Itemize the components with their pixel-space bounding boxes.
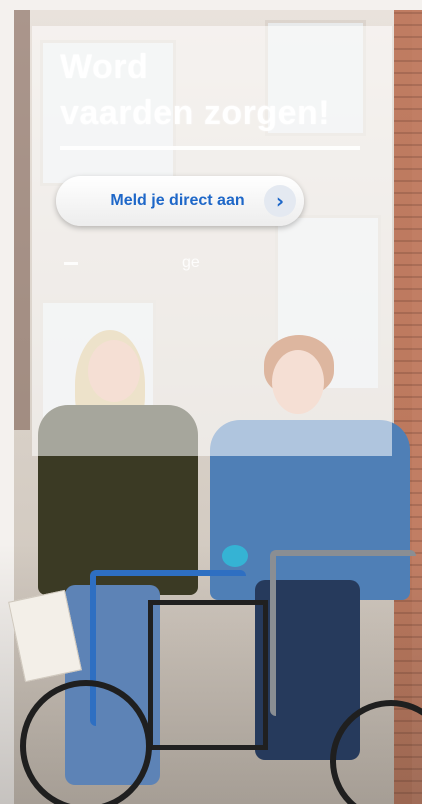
- bike-frame: [270, 550, 416, 716]
- hero-section: Word vaarden zorgen! Meld je direct aan …: [0, 0, 422, 804]
- chevron-right-icon: ›: [264, 185, 296, 217]
- headline: Word vaarden zorgen!: [60, 44, 380, 136]
- faint-subtext-fragment: ge: [182, 254, 200, 271]
- headline-line-2: vaarden zorgen!: [60, 94, 331, 132]
- bike-wheel: [20, 680, 152, 804]
- door-frame: [14, 10, 30, 430]
- faint-subtext: ge: [64, 254, 364, 272]
- bike-rack: [148, 600, 268, 750]
- signup-button-label: Meld je direct aan: [110, 192, 245, 209]
- headline-line-1: Word: [60, 48, 149, 86]
- signup-button[interactable]: Meld je direct aan ›: [56, 176, 304, 226]
- bike-bell: [222, 545, 248, 567]
- headline-divider: [60, 146, 360, 150]
